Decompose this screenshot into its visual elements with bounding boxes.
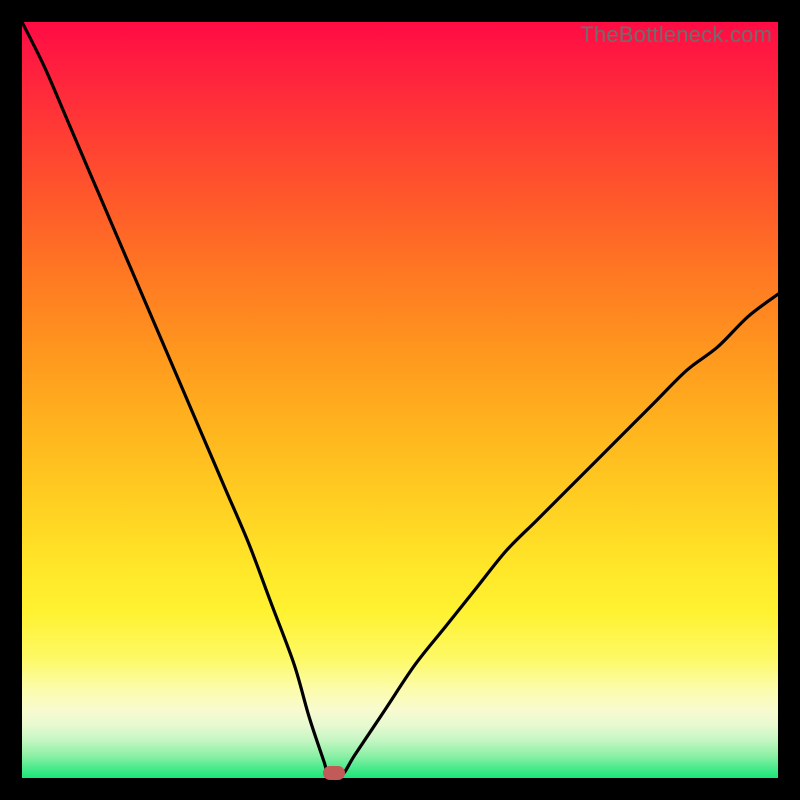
optimal-point-marker <box>323 766 345 780</box>
plot-area: TheBottleneck.com <box>22 22 778 778</box>
chart-frame: TheBottleneck.com <box>0 0 800 800</box>
bottleneck-curve <box>22 22 778 778</box>
curve-path <box>22 22 778 777</box>
